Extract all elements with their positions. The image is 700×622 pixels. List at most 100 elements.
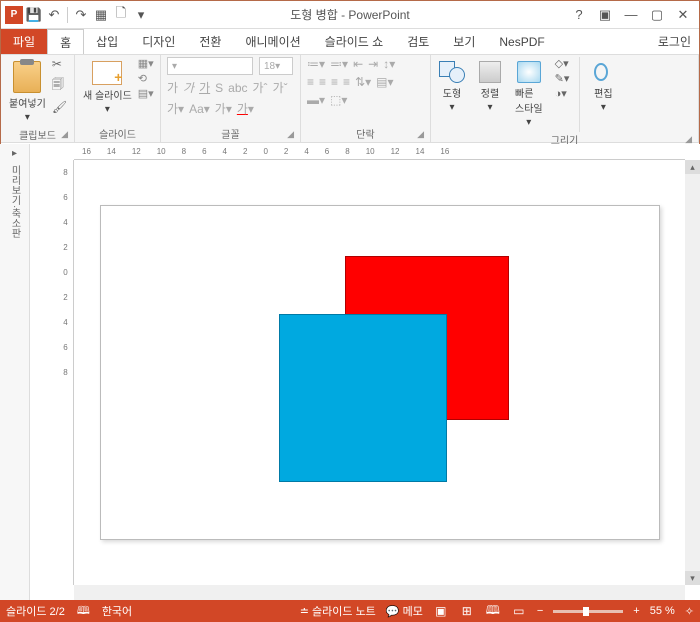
shrink-font-icon[interactable]: 가ˇ — [273, 79, 288, 96]
tab-slideshow[interactable]: 슬라이드 쇼 — [313, 29, 396, 54]
indent-dec-icon[interactable]: ⇤ — [353, 57, 363, 71]
redo-icon[interactable]: ↷ — [72, 6, 90, 24]
status-slide-number: 슬라이드 2/2 — [6, 603, 65, 619]
help-icon[interactable]: ? — [569, 7, 589, 23]
tab-animation[interactable]: 애니메이션 — [233, 29, 312, 54]
normal-view-icon[interactable]: ▣ — [433, 604, 449, 618]
case-icon[interactable]: Aa▾ — [189, 102, 210, 116]
new-slide-label: 새 슬라이드 — [83, 87, 132, 102]
scroll-up-icon[interactable]: ▴ — [685, 160, 700, 174]
zoom-out-icon[interactable]: − — [537, 605, 543, 617]
text-dir-icon[interactable]: ↕▾ — [383, 57, 395, 71]
fit-to-window-icon[interactable]: ✧ — [685, 605, 694, 618]
new-icon[interactable]: 🗋 — [112, 6, 130, 24]
shadow-icon[interactable]: abc — [228, 81, 247, 95]
editing-button[interactable]: 편집▾ — [590, 57, 616, 117]
horizontal-scrollbar[interactable] — [74, 585, 685, 600]
format-painter-icon[interactable]: 🖌 — [52, 100, 67, 114]
reading-view-icon[interactable]: 🕮 — [485, 604, 501, 618]
tab-view[interactable]: 보기 — [441, 29, 487, 54]
quick-styles-button[interactable]: 빠른 스타일▾ — [513, 57, 545, 132]
reset-icon[interactable]: ⟲ — [138, 72, 154, 85]
tab-review[interactable]: 검토 — [395, 29, 441, 54]
tab-transition[interactable]: 전환 — [187, 29, 233, 54]
zoom-in-icon[interactable]: + — [633, 605, 639, 617]
shape-outline-icon[interactable]: ✎▾ — [555, 72, 570, 85]
shapes-icon — [439, 61, 465, 83]
dialog-launcher-icon[interactable]: ◢ — [61, 129, 68, 140]
undo-icon[interactable]: ↶ — [45, 6, 63, 24]
tab-design[interactable]: 디자인 — [130, 29, 187, 54]
layout-icon[interactable]: ▦▾ — [138, 57, 154, 70]
new-slide-button[interactable]: 새 슬라이드▾ — [81, 57, 134, 119]
section-icon[interactable]: ▤▾ — [138, 87, 154, 100]
group-paragraph-label: 단락 — [356, 126, 374, 141]
quick-styles-label: 빠른 스타일 — [515, 85, 543, 115]
tab-nespdf[interactable]: NesPDF — [487, 29, 556, 54]
spellcheck-icon[interactable]: 🕮 — [77, 602, 90, 621]
login-link[interactable]: 로그인 — [658, 29, 691, 55]
tab-insert[interactable]: 삽입 — [84, 29, 130, 54]
panel-toggle-icon[interactable]: ▸ — [12, 148, 17, 159]
minimize-icon[interactable]: — — [621, 7, 641, 23]
close-icon[interactable]: ✕ — [673, 7, 693, 23]
cut-icon[interactable]: ✂ — [52, 57, 67, 71]
strike-icon[interactable]: S — [215, 81, 223, 95]
spacing-icon[interactable]: 가▾ — [167, 100, 184, 117]
shapes-button[interactable]: 도형▾ — [437, 57, 467, 117]
highlight-icon[interactable]: 가▾ — [215, 100, 232, 117]
line-spacing-icon[interactable]: ⇅▾ — [355, 75, 371, 89]
indent-inc-icon[interactable]: ⇥ — [368, 57, 378, 71]
sorter-view-icon[interactable]: ⊞ — [459, 604, 475, 618]
italic-icon[interactable]: 가 — [183, 79, 194, 96]
shape-blue-square[interactable] — [279, 314, 447, 482]
align-center-icon[interactable]: ≡ — [319, 75, 326, 89]
bullets-icon[interactable]: ≔▾ — [307, 57, 325, 71]
copy-icon[interactable]: 🗐 — [52, 75, 67, 96]
start-icon[interactable]: ▦ — [92, 6, 110, 24]
slide[interactable] — [100, 205, 660, 540]
arrange-icon — [479, 61, 501, 83]
vertical-scrollbar[interactable]: ▴ ▾ — [685, 160, 700, 585]
font-name-combo[interactable]: ▾ — [167, 57, 253, 75]
save-icon[interactable]: 💾 — [25, 6, 43, 24]
columns-icon[interactable]: ▬▾ — [307, 93, 325, 107]
numbering-icon[interactable]: ≕▾ — [330, 57, 348, 71]
underline-icon[interactable]: 가 — [199, 79, 210, 96]
slide-canvas[interactable] — [74, 160, 685, 585]
shapes-label: 도형 — [443, 85, 461, 100]
paste-button[interactable]: 붙여넣기▾ — [7, 57, 48, 127]
smartart-icon[interactable]: ⬚▾ — [330, 93, 347, 107]
separator — [67, 7, 68, 23]
ruler-vertical: 864202468 — [58, 160, 74, 585]
quick-styles-icon — [517, 61, 541, 83]
ribbon-toggle-icon[interactable]: ▣ — [595, 7, 615, 23]
slideshow-view-icon[interactable]: ▭ — [511, 604, 527, 618]
arrange-button[interactable]: 정렬▾ — [477, 57, 503, 117]
app-icon: P — [5, 6, 23, 24]
shape-fill-icon[interactable]: ◇▾ — [555, 57, 570, 70]
shape-effects-icon[interactable]: ◑▾ — [555, 87, 570, 100]
font-color-icon[interactable]: 가▾ — [237, 100, 254, 117]
zoom-slider[interactable] — [553, 610, 623, 613]
tab-file[interactable]: 파일 — [1, 29, 47, 54]
align-left-icon[interactable]: ≡ — [307, 75, 314, 89]
align-justify-icon[interactable]: ≡ — [343, 75, 350, 89]
group-slides-label: 슬라이드 — [81, 124, 154, 142]
status-language[interactable]: 한국어 — [102, 603, 132, 619]
bold-icon[interactable]: 가 — [167, 79, 178, 96]
comments-button[interactable]: 💬 메모 — [386, 603, 423, 619]
notes-button[interactable]: ≐ 슬라이드 노트 — [300, 603, 376, 619]
font-size-combo[interactable]: 18 ▾ — [259, 57, 293, 75]
grow-font-icon[interactable]: 가ˆ — [253, 79, 268, 96]
qat-more-icon[interactable]: ▾ — [132, 6, 150, 24]
scroll-down-icon[interactable]: ▾ — [685, 571, 700, 585]
tab-home[interactable]: 홈 — [47, 29, 84, 54]
align-icon[interactable]: ▤▾ — [376, 75, 393, 89]
separator — [579, 57, 580, 132]
zoom-level[interactable]: 55 % — [650, 605, 675, 617]
align-right-icon[interactable]: ≡ — [331, 75, 338, 89]
maximize-icon[interactable]: ▢ — [647, 7, 667, 23]
dialog-launcher-icon[interactable]: ◢ — [287, 129, 294, 140]
dialog-launcher-icon[interactable]: ◢ — [417, 129, 424, 140]
